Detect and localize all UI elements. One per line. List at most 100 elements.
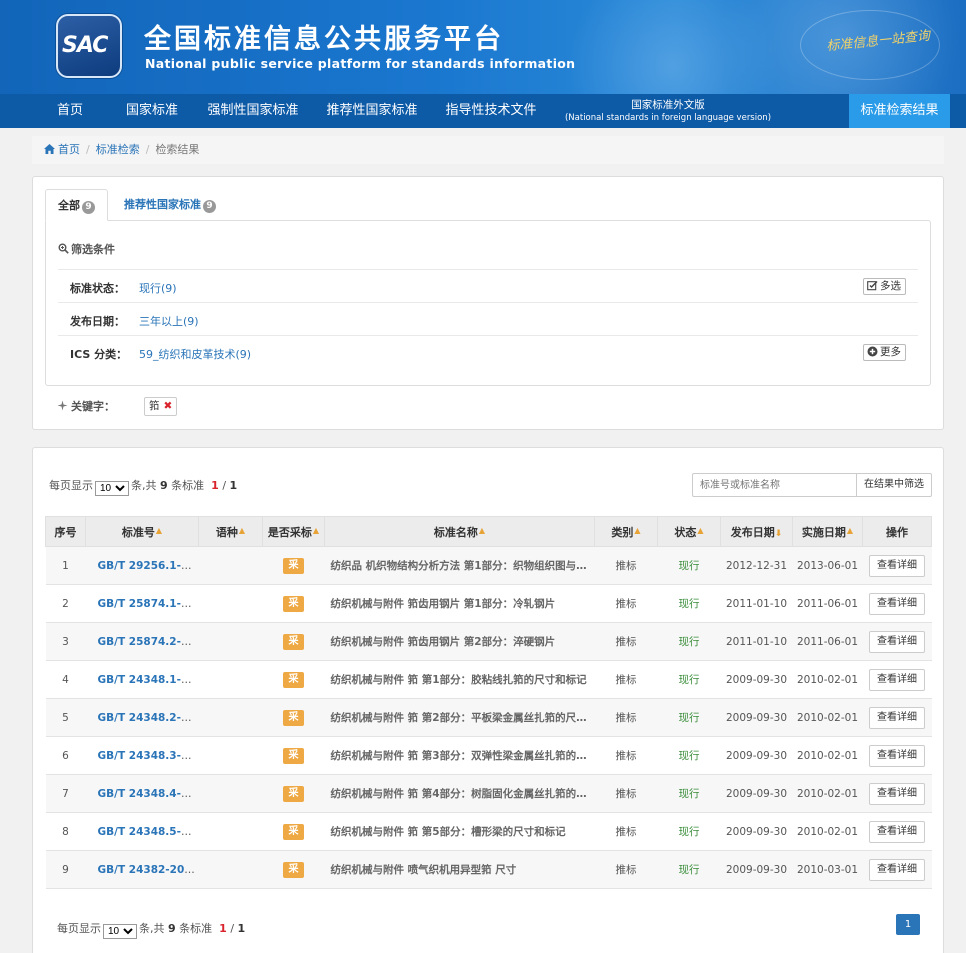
nav-national-standards[interactable]: 国家标准 xyxy=(113,94,191,128)
filter-ics-label: ICS 分类： xyxy=(70,348,128,361)
view-detail-button[interactable]: 查看详细 xyxy=(869,744,925,767)
col-header-no: 序号 xyxy=(45,516,86,547)
table-row: 3 GB/T 25874.2-2010 采 纺织机械与附件 筘齿用钢片 第2部分：淬硬… xyxy=(45,622,932,661)
cell-type: 推标 xyxy=(594,698,658,737)
filter-status-label: 标准状态： xyxy=(70,282,125,295)
view-detail-button[interactable]: 查看详细 xyxy=(869,592,925,615)
keyword-value: 筘 xyxy=(149,400,160,412)
standard-code-link[interactable]: GB/T 24348.4-2009 xyxy=(98,788,199,800)
search-input[interactable] xyxy=(692,473,857,497)
cell-type: 推标 xyxy=(594,850,658,889)
cell-type: 推标 xyxy=(594,622,658,661)
cell-adopt: 采 xyxy=(262,546,325,585)
sac-logo[interactable]: SAC xyxy=(56,14,122,78)
cell-action: 查看详细 xyxy=(862,546,932,585)
results-table: 序号 标准号▲ 语种▲ 是否采标▲ 标准名称▲ 类别▲ 状态▲ 发布日期⬇ 实施… xyxy=(45,516,932,889)
standard-code-link[interactable]: GB/T 24348.1-2009 xyxy=(98,674,199,686)
standard-code-link[interactable]: GB/T 24348.2-2009 xyxy=(98,712,199,724)
home-icon xyxy=(44,144,55,154)
logo-text: SAC xyxy=(62,33,108,58)
col-header-code[interactable]: 标准号▲ xyxy=(85,516,199,547)
view-detail-button[interactable]: 查看详细 xyxy=(869,554,925,577)
table-row: 7 GB/T 24348.4-2009 采 纺织机械与附件 筘 第4部分：树脂固化金属… xyxy=(45,774,932,813)
col-header-name[interactable]: 标准名称▲ xyxy=(324,516,595,547)
col-header-lang[interactable]: 语种▲ xyxy=(198,516,263,547)
nav-guidance-documents[interactable]: 指导性技术文件 xyxy=(437,94,545,128)
cell-code: GB/T 24348.1-2009 xyxy=(85,660,199,699)
cell-no: 7 xyxy=(45,774,86,813)
col-header-adopt[interactable]: 是否采标▲ xyxy=(262,516,325,547)
cell-action: 查看详细 xyxy=(862,660,932,699)
view-detail-button[interactable]: 查看详细 xyxy=(869,858,925,881)
pager-prefix: 每页显示 xyxy=(57,922,101,935)
nav-recommended-standards[interactable]: 推荐性国家标准 xyxy=(318,94,426,128)
breadcrumb-home[interactable]: 首页 xyxy=(58,143,80,156)
cell-code: GB/T 24348.5-2009 xyxy=(85,812,199,851)
view-detail-button[interactable]: 查看详细 xyxy=(869,706,925,729)
site-title-cn: 全国标准信息公共服务平台 xyxy=(144,24,504,55)
cell-name: 纺织机械与附件 筘 第4部分：树脂固化金属丝扎筘的尺寸和标记 xyxy=(324,774,595,813)
breadcrumb-search[interactable]: 标准检索 xyxy=(96,143,140,156)
adopt-badge: 采 xyxy=(283,823,304,840)
col-header-pub-date[interactable]: 发布日期⬇ xyxy=(720,516,793,547)
cell-no: 4 xyxy=(45,660,86,699)
nav-foreign-language-version[interactable]: 国家标准外文版 (National standards in foreign l… xyxy=(558,94,778,128)
filter-status-value[interactable]: 现行(9) xyxy=(139,280,177,296)
cell-lang xyxy=(198,698,263,737)
cell-impl-date: 2011-06-01 xyxy=(792,622,863,661)
table-row: 9 GB/T 24382-2009 采 纺织机械与附件 喷气织机用异型筘 尺寸 推标 现行… xyxy=(45,850,932,889)
filter-date-value[interactable]: 三年以上(9) xyxy=(139,313,199,329)
cell-code: GB/T 24348.2-2009 xyxy=(85,698,199,737)
cell-no: 8 xyxy=(45,812,86,851)
more-button[interactable]: 更多 xyxy=(863,344,906,361)
per-page-select[interactable]: 10 xyxy=(95,481,129,496)
nav-foreign-label: 国家标准外文版 xyxy=(631,99,705,111)
table-row: 2 GB/T 25874.1-2010 采 纺织机械与附件 筘齿用钢片 第1部分：冷轧… xyxy=(45,584,932,623)
nav-home[interactable]: 首页 xyxy=(41,94,99,128)
breadcrumb: 首页 / 标准检索 / 检索结果 xyxy=(32,136,944,164)
sort-desc-icon: ⬇ xyxy=(774,528,783,539)
adopt-badge: 采 xyxy=(283,557,304,574)
tab-all[interactable]: 全部 9 xyxy=(45,189,108,221)
page-button-1[interactable]: 1 xyxy=(896,914,920,935)
filter-in-results-button[interactable]: 在结果中筛选 xyxy=(856,473,932,497)
cell-name: 纺织机械与附件 筘 第5部分：槽形梁的尺寸和标记 xyxy=(324,812,595,851)
col-header-status[interactable]: 状态▲ xyxy=(657,516,721,547)
view-detail-button[interactable]: 查看详细 xyxy=(869,630,925,653)
table-row: 4 GB/T 24348.1-2009 采 纺织机械与附件 筘 第1部分：胶粘线扎筘的… xyxy=(45,660,932,699)
adopt-badge: 采 xyxy=(283,595,304,612)
cell-lang xyxy=(198,774,263,813)
cell-lang xyxy=(198,622,263,661)
cell-adopt: 采 xyxy=(262,622,325,661)
standard-code-link[interactable]: GB/T 25874.1-2010 xyxy=(98,598,199,610)
filter-box: 筛选条件 标准状态： 现行(9) 多选 发布日期： 三年以上(9) ICS 分类… xyxy=(45,220,931,386)
standard-code-link[interactable]: GB/T 24382-2009 xyxy=(98,864,199,876)
col-header-type[interactable]: 类别▲ xyxy=(594,516,658,547)
standard-code-link[interactable]: GB/T 25874.2-2010 xyxy=(98,636,199,648)
filter-ics-value[interactable]: 59_纺织和皮革技术(9) xyxy=(139,346,251,362)
cell-type: 推标 xyxy=(594,546,658,585)
multi-select-button[interactable]: 多选 xyxy=(863,278,906,295)
nav-search-results[interactable]: 标准检索结果 xyxy=(849,94,950,128)
cell-type: 推标 xyxy=(594,774,658,813)
pager-current: 1 xyxy=(211,479,219,492)
per-page-select-bottom[interactable]: 10 xyxy=(103,924,137,939)
pager-slash: / xyxy=(230,922,235,935)
col-header-impl-date[interactable]: 实施日期▲ xyxy=(792,516,863,547)
standard-code-link[interactable]: GB/T 24348.3-2009 xyxy=(98,750,199,762)
cell-lang xyxy=(198,736,263,775)
close-icon[interactable]: ✖ xyxy=(164,400,173,412)
cell-action: 查看详细 xyxy=(862,736,932,775)
view-detail-button[interactable]: 查看详细 xyxy=(869,668,925,691)
view-detail-button[interactable]: 查看详细 xyxy=(869,820,925,843)
tab-recommended[interactable]: 推荐性国家标准 9 xyxy=(112,189,228,221)
nav-mandatory-standards[interactable]: 强制性国家标准 xyxy=(199,94,307,128)
table-row: 6 GB/T 24348.3-2009 采 纺织机械与附件 筘 第3部分：双弹性梁金属… xyxy=(45,736,932,775)
more-label: 更多 xyxy=(880,346,901,358)
pager-slash: / xyxy=(222,479,227,492)
view-detail-button[interactable]: 查看详细 xyxy=(869,782,925,805)
cell-pub-date: 2009-09-30 xyxy=(720,774,793,813)
standard-code-link[interactable]: GB/T 24348.5-2009 xyxy=(98,826,199,838)
standard-code-link[interactable]: GB/T 29256.1-2012 xyxy=(98,560,199,572)
cell-impl-date: 2010-02-01 xyxy=(792,698,863,737)
